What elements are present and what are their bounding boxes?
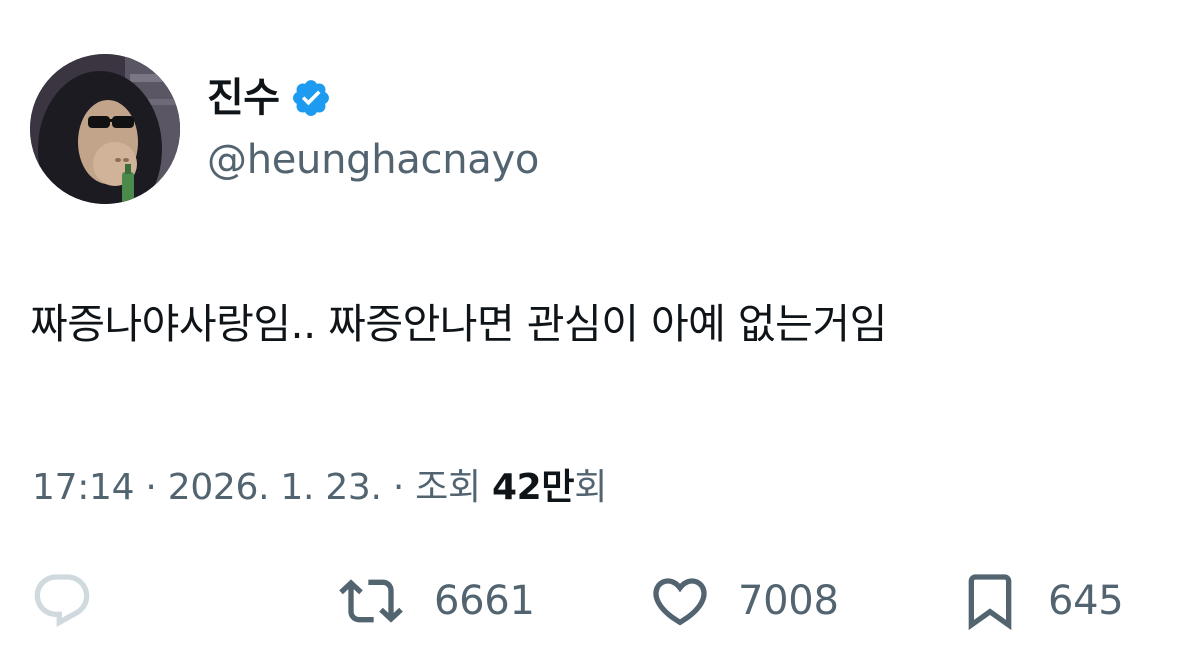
retweet-count: 6661 [434, 578, 535, 624]
display-name[interactable]: 진수 [207, 78, 280, 118]
bookmark-button[interactable]: 645 [958, 566, 1124, 636]
tweet-time[interactable]: 17:14 [32, 467, 135, 508]
tweet-text: 짜증나야사랑임.. 짜증안나면 관심이 아예 없는거임 [30, 300, 887, 348]
views-label: 조회 [415, 467, 481, 508]
meta-separator: · [392, 467, 404, 508]
verified-badge-icon [290, 77, 332, 119]
avatar[interactable] [30, 54, 180, 204]
author-name-row: 진수 [207, 70, 332, 126]
views-count[interactable]: 42만 [492, 467, 575, 508]
action-bar: 6661 7008 645 [0, 566, 1179, 636]
heart-icon [648, 569, 712, 633]
avatar-image [30, 54, 180, 204]
author-handle[interactable]: @heunghacnayo [207, 136, 539, 184]
bookmark-count: 645 [1048, 578, 1124, 624]
tweet: 진수 @heunghacnayo 짜증나야사랑임.. 짜증안나면 관심이 아예 … [0, 0, 1179, 652]
tweet-meta: 17:14 · 2026. 1. 23. · 조회 42만회 [32, 458, 607, 510]
views-suffix: 회 [574, 467, 608, 508]
retweet-icon [334, 569, 408, 633]
reply-button[interactable] [30, 566, 120, 636]
meta-separator: · [145, 467, 157, 508]
retweet-button[interactable]: 6661 [334, 566, 535, 636]
bookmark-icon [958, 569, 1022, 633]
tweet-date[interactable]: 2026. 1. 23. [168, 467, 382, 508]
reply-icon [30, 569, 94, 633]
like-button[interactable]: 7008 [648, 566, 839, 636]
like-count: 7008 [738, 578, 839, 624]
